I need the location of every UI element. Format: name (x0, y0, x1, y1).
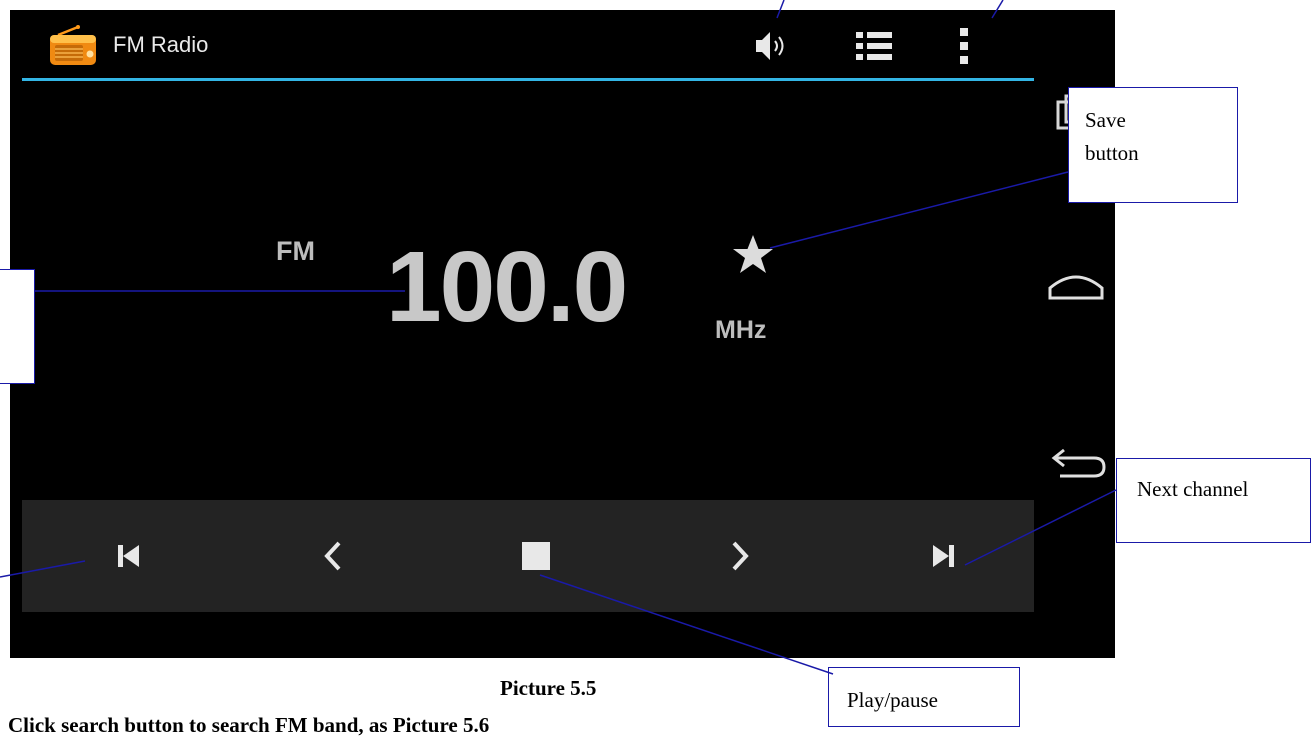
play-pause-callout-label: Play/pause (847, 688, 938, 712)
next-channel-icon[interactable] (918, 531, 968, 581)
radio-icon (50, 25, 96, 65)
save-button-callout: Save button (1068, 87, 1238, 203)
instruction-text: Click search button to search FM band, a… (8, 713, 490, 737)
frequency-display: 100.0 (386, 231, 628, 343)
play-pause-callout: Play/pause (828, 667, 1020, 727)
speaker-icon[interactable] (750, 24, 794, 68)
playback-control-bar (22, 500, 1034, 612)
back-icon[interactable] (1042, 438, 1110, 494)
channel-list-icon[interactable] (852, 24, 896, 68)
stop-icon[interactable] (511, 531, 561, 581)
frequency-callout (0, 269, 35, 384)
action-bar-divider (22, 78, 1034, 81)
radio-screen: FM Radio FM 100.0 MHz (10, 10, 1115, 658)
star-icon[interactable] (730, 232, 776, 278)
seek-back-icon[interactable] (308, 531, 358, 581)
band-label: FM (276, 236, 315, 266)
next-channel-callout: Next channel (1116, 458, 1311, 543)
previous-channel-icon[interactable] (104, 531, 154, 581)
home-icon[interactable] (1042, 258, 1110, 314)
picture-caption: Picture 5.5 (500, 676, 597, 700)
app-title: FM Radio (113, 32, 209, 57)
next-channel-callout-label: Next channel (1137, 477, 1249, 501)
frequency-unit: MHz (715, 316, 767, 344)
overflow-menu-icon[interactable] (942, 24, 986, 68)
save-button-callout-label: Save button (1085, 108, 1139, 165)
seek-forward-icon[interactable] (715, 531, 765, 581)
